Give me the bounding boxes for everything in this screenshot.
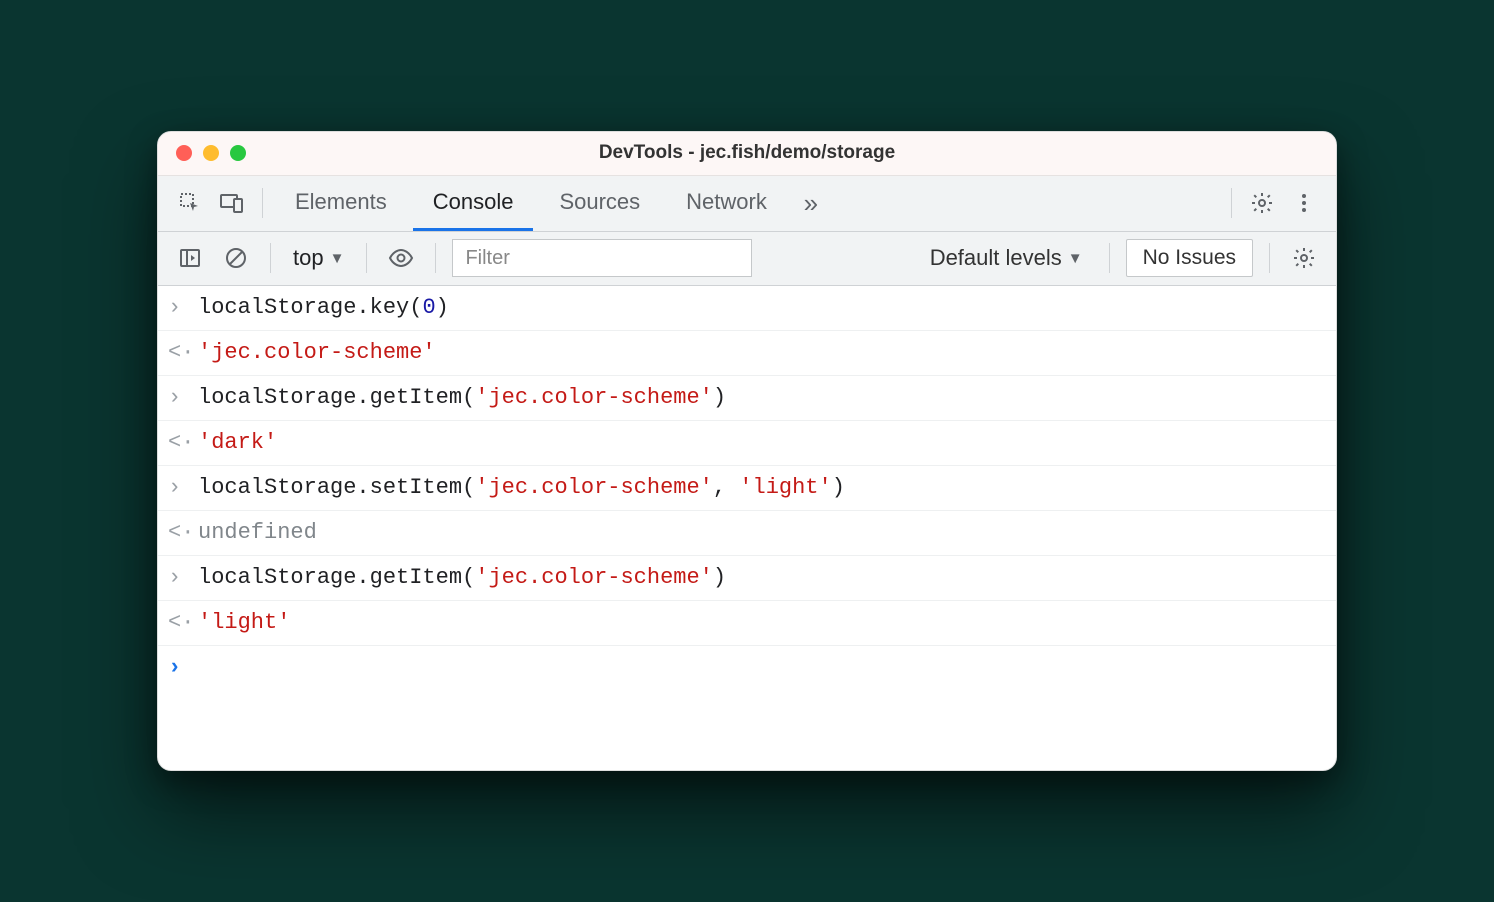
tab-sources[interactable]: Sources xyxy=(539,176,660,231)
console-row-input[interactable]: ›localStorage.getItem('jec.color-scheme'… xyxy=(158,556,1336,601)
traffic-lights xyxy=(176,145,246,161)
output-marker-icon: <· xyxy=(168,606,198,640)
output-marker-icon: <· xyxy=(168,516,198,550)
close-window-button[interactable] xyxy=(176,145,192,161)
log-levels-selector[interactable]: Default levels ▼ xyxy=(920,245,1093,271)
context-selector[interactable]: top ▼ xyxy=(287,245,350,271)
console-row-input[interactable]: ›localStorage.setItem('jec.color-scheme'… xyxy=(158,466,1336,511)
console-code: localStorage.setItem('jec.color-scheme',… xyxy=(198,471,845,505)
console-code: localStorage.getItem('jec.color-scheme') xyxy=(198,381,726,415)
console-row-output[interactable]: <·'light' xyxy=(158,601,1336,646)
tabbar: Elements Console Sources Network » xyxy=(158,176,1336,232)
kebab-menu-icon[interactable] xyxy=(1286,185,1322,221)
console-code: 'dark' xyxy=(198,426,277,460)
issues-button[interactable]: No Issues xyxy=(1126,239,1253,277)
input-marker-icon: › xyxy=(168,381,198,415)
console-row-output[interactable]: <·undefined xyxy=(158,511,1336,556)
devtools-window: DevTools - jec.fish/demo/storage Element… xyxy=(157,131,1337,772)
live-expression-icon[interactable] xyxy=(383,240,419,276)
filter-input[interactable] xyxy=(452,239,752,277)
console-code: undefined xyxy=(198,516,317,550)
console-code: localStorage.getItem('jec.color-scheme') xyxy=(198,561,726,595)
maximize-window-button[interactable] xyxy=(230,145,246,161)
chevron-down-icon: ▼ xyxy=(330,250,345,267)
console-row-input[interactable]: ›localStorage.key(0) xyxy=(158,286,1336,331)
tab-network[interactable]: Network xyxy=(666,176,787,231)
minimize-window-button[interactable] xyxy=(203,145,219,161)
settings-icon[interactable] xyxy=(1244,185,1280,221)
issues-label: No Issues xyxy=(1143,246,1236,270)
input-marker-icon: › xyxy=(168,471,198,505)
input-marker-icon: › xyxy=(168,561,198,595)
console-toolbar: top ▼ Default levels ▼ No Issues xyxy=(158,232,1336,286)
console-code: localStorage.key(0) xyxy=(198,291,449,325)
output-marker-icon: <· xyxy=(168,426,198,460)
console-code: 'light' xyxy=(198,606,290,640)
window-title: DevTools - jec.fish/demo/storage xyxy=(158,142,1336,164)
divider xyxy=(1109,243,1110,273)
clear-console-icon[interactable] xyxy=(218,240,254,276)
divider xyxy=(1269,243,1270,273)
inspect-element-icon[interactable] xyxy=(172,185,208,221)
console-row-input[interactable]: ›localStorage.getItem('jec.color-scheme'… xyxy=(158,376,1336,421)
toggle-sidebar-icon[interactable] xyxy=(172,240,208,276)
console-row-output[interactable]: <·'jec.color-scheme' xyxy=(158,331,1336,376)
console-row-output[interactable]: <·'dark' xyxy=(158,421,1336,466)
console-empty-area[interactable] xyxy=(158,690,1336,770)
divider xyxy=(262,188,263,218)
more-tabs-icon[interactable]: » xyxy=(793,185,829,221)
divider xyxy=(1231,188,1232,218)
prompt-marker-icon: › xyxy=(168,651,198,685)
console-output[interactable]: ›localStorage.key(0)<·'jec.color-scheme'… xyxy=(158,286,1336,691)
console-code: 'jec.color-scheme' xyxy=(198,336,436,370)
device-toolbar-icon[interactable] xyxy=(214,185,250,221)
tab-console[interactable]: Console xyxy=(413,176,534,231)
input-marker-icon: › xyxy=(168,291,198,325)
output-marker-icon: <· xyxy=(168,336,198,370)
divider xyxy=(435,243,436,273)
console-settings-icon[interactable] xyxy=(1286,240,1322,276)
context-label: top xyxy=(293,245,324,271)
titlebar: DevTools - jec.fish/demo/storage xyxy=(158,132,1336,176)
divider xyxy=(366,243,367,273)
console-row-prompt[interactable]: › xyxy=(158,646,1336,690)
divider xyxy=(270,243,271,273)
chevron-down-icon: ▼ xyxy=(1068,250,1083,267)
levels-label: Default levels xyxy=(930,245,1062,271)
tab-elements[interactable]: Elements xyxy=(275,176,407,231)
